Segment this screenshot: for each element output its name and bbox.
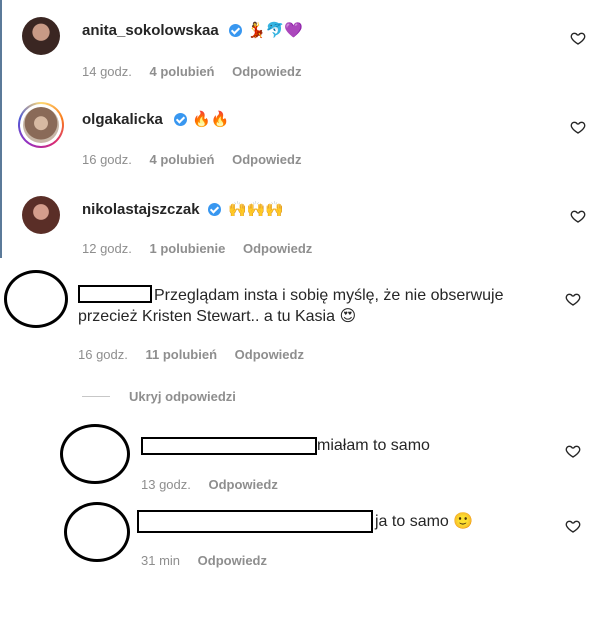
comment-emojis: 🙌🙌🙌 bbox=[228, 200, 285, 218]
reply-emoji: 🙂 bbox=[453, 511, 474, 530]
thread-indicator-bar bbox=[0, 0, 2, 258]
redacted-username bbox=[137, 510, 373, 533]
heart-icon[interactable] bbox=[565, 443, 581, 459]
reply-time: 31 min bbox=[141, 553, 181, 568]
reply-button[interactable]: Odpowiedz bbox=[232, 152, 301, 167]
heart-icon[interactable] bbox=[570, 208, 586, 224]
reply-text-line: ja to samo bbox=[375, 513, 449, 530]
comment-username[interactable]: olgakalicka bbox=[82, 111, 163, 128]
avatar[interactable] bbox=[22, 17, 60, 55]
heart-icon[interactable] bbox=[565, 518, 581, 534]
reply-button[interactable]: Odpowiedz bbox=[198, 553, 267, 568]
heart-icon[interactable] bbox=[570, 30, 586, 46]
verified-badge-icon bbox=[208, 203, 221, 216]
reply-text: miałam to samo bbox=[317, 437, 430, 454]
likes-count[interactable]: 11 polubień bbox=[146, 347, 218, 362]
hide-replies-button[interactable]: Ukryj odpowiedzi bbox=[129, 389, 236, 404]
heart-icon[interactable] bbox=[565, 291, 581, 307]
redacted-username bbox=[78, 285, 152, 303]
avatar[interactable] bbox=[22, 196, 60, 234]
reply-button[interactable]: Odpowiedz bbox=[235, 347, 304, 362]
likes-count[interactable]: 4 polubień bbox=[150, 64, 215, 79]
reply-meta: 31 min Odpowiedz bbox=[141, 553, 281, 568]
reply-text: ja to samo 🙂 bbox=[375, 509, 473, 534]
comment-time: 16 godz. bbox=[78, 347, 128, 362]
comment-meta: 16 godz. 11 polubień Odpowiedz bbox=[78, 347, 318, 362]
comment-emojis: 💃🐬💜 bbox=[247, 21, 304, 39]
comment-meta: 12 godz. 1 polubienie Odpowiedz bbox=[82, 241, 326, 256]
reply-time: 13 godz. bbox=[141, 477, 191, 492]
comment-time: 14 godz. bbox=[82, 64, 132, 79]
comment-time: 12 godz. bbox=[82, 241, 132, 256]
avatar[interactable] bbox=[60, 424, 130, 484]
reply-meta: 13 godz. Odpowiedz bbox=[141, 477, 292, 492]
avatar[interactable] bbox=[64, 502, 130, 562]
comment-text-line: przecież Kristen Stewart.. a tu Kasia bbox=[78, 308, 335, 325]
comment-emoji: 😍 bbox=[339, 306, 357, 325]
divider bbox=[82, 396, 110, 397]
comment-username[interactable]: anita_sokolowskaa bbox=[82, 22, 219, 39]
reply-button[interactable]: Odpowiedz bbox=[232, 64, 301, 79]
comment-time: 16 godz. bbox=[82, 152, 132, 167]
verified-badge-icon bbox=[229, 24, 242, 37]
likes-count[interactable]: 4 polubień bbox=[150, 152, 215, 167]
heart-icon[interactable] bbox=[570, 119, 586, 135]
comment-emojis: 🔥🔥 bbox=[192, 110, 230, 128]
avatar[interactable] bbox=[23, 107, 59, 143]
comment-meta: 16 godz. 4 polubień Odpowiedz bbox=[82, 152, 315, 167]
comment-username[interactable]: nikolastajszczak bbox=[82, 201, 200, 218]
avatar[interactable] bbox=[4, 270, 68, 328]
comment-meta: 14 godz. 4 polubień Odpowiedz bbox=[82, 64, 315, 79]
likes-count[interactable]: 1 polubienie bbox=[150, 241, 226, 256]
verified-badge-icon bbox=[174, 113, 187, 126]
reply-button[interactable]: Odpowiedz bbox=[209, 477, 278, 492]
redacted-username bbox=[141, 437, 317, 455]
reply-button[interactable]: Odpowiedz bbox=[243, 241, 312, 256]
comment-text: przecież Kristen Stewart.. a tu Kasia 😍 bbox=[78, 304, 356, 329]
